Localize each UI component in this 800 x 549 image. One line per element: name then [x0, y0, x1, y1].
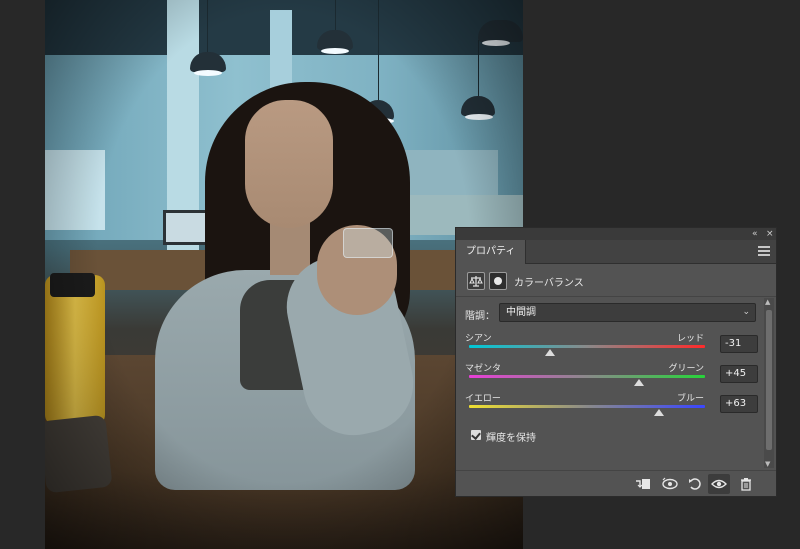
workspace: « × プロパティ カラーバランス 階調： 中間調 ⌄ シアン レッド -31 … [0, 0, 800, 549]
tone-dropdown[interactable]: 中間調 ⌄ [499, 303, 756, 322]
yellow-blue-value-input[interactable]: +63 [720, 395, 758, 413]
document-canvas-photo[interactable] [45, 0, 523, 549]
yellow-blue-slider-thumb[interactable] [654, 409, 664, 416]
yellow-blue-slider-track[interactable] [469, 405, 705, 408]
scroll-up-icon[interactable]: ▲ [765, 298, 770, 306]
panel-tab-row: プロパティ [456, 240, 776, 264]
panel-title-bar[interactable]: « × [456, 228, 776, 240]
clip-to-layer-icon[interactable] [632, 474, 654, 494]
adjustment-title: カラーバランス [514, 278, 584, 289]
cyan-red-slider-thumb[interactable] [545, 349, 555, 356]
slider-green-label: グリーン [668, 364, 704, 374]
cyan-red-value-input[interactable]: -31 [720, 335, 758, 353]
slider-yellow-label: イエロー [465, 394, 501, 404]
tone-dropdown-value: 中間調 [506, 307, 536, 318]
slider-magenta-label: マゼンタ [465, 364, 502, 374]
preserve-luminosity-label: 輝度を保持 [486, 433, 536, 444]
visibility-eye-icon[interactable] [708, 474, 730, 494]
magenta-green-value-input[interactable]: +45 [720, 365, 758, 383]
reset-icon[interactable] [684, 474, 706, 494]
scroll-down-icon[interactable]: ▼ [765, 460, 770, 468]
properties-panel: « × プロパティ カラーバランス 階調： 中間調 ⌄ シアン レッド -31 … [455, 227, 777, 497]
magenta-green-slider-track[interactable] [469, 375, 705, 378]
view-previous-state-icon[interactable] [659, 474, 681, 494]
slider-cyan-label: シアン [465, 334, 492, 344]
scale-icon[interactable] [467, 272, 485, 290]
panel-scrollbar[interactable]: ▲ ▼ [764, 298, 774, 468]
slider-blue-label: ブルー [676, 394, 704, 404]
mask-icon[interactable] [489, 272, 507, 290]
tone-label: 階調： [465, 311, 495, 322]
panel-menu-icon[interactable] [758, 244, 770, 258]
preserve-luminosity-checkbox[interactable] [471, 430, 481, 440]
close-panel-button[interactable]: × [766, 228, 774, 240]
photo-vignette [45, 0, 523, 549]
cyan-red-slider-track[interactable] [469, 345, 705, 348]
chevron-down-icon: ⌄ [742, 307, 750, 317]
trash-icon[interactable] [735, 474, 757, 494]
tab-properties[interactable]: プロパティ [456, 240, 527, 264]
panel-footer-toolbar [456, 470, 776, 496]
collapse-panel-button[interactable]: « [752, 228, 758, 240]
adjustment-header: カラーバランス [456, 265, 776, 297]
magenta-green-slider-thumb[interactable] [634, 379, 644, 386]
scrollbar-thumb[interactable] [766, 310, 772, 450]
slider-red-label: レッド [676, 334, 704, 344]
